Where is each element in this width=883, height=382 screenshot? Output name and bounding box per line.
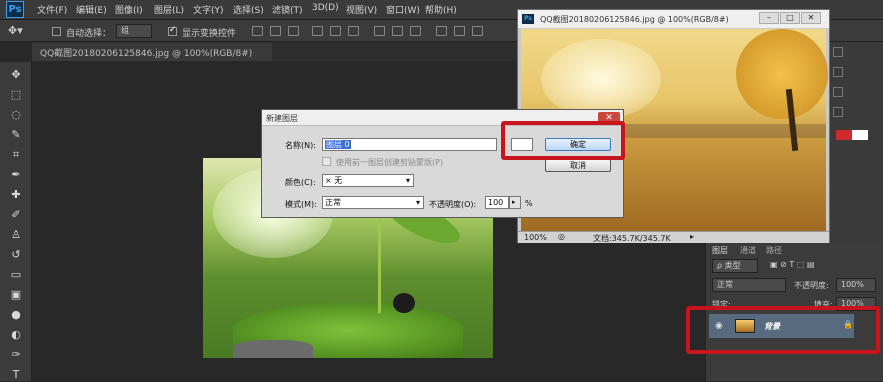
menu-help[interactable]: 帮助(H): [425, 3, 457, 16]
align-top-icon[interactable]: [252, 26, 263, 36]
close-icon[interactable]: ✕: [801, 12, 821, 24]
tab-channels[interactable]: 通道: [740, 245, 756, 256]
mode-label: 模式(M):: [285, 200, 317, 209]
tab-layers[interactable]: 图层: [712, 245, 728, 256]
photoshop-logo: Ps: [522, 14, 534, 24]
distribute-right-icon[interactable]: [472, 26, 483, 36]
move-tool-icon[interactable]: ✥: [9, 68, 23, 82]
panel-icon[interactable]: [833, 67, 843, 77]
opacity-arrow-icon[interactable]: ▸: [509, 196, 521, 209]
chevron-down-icon: ▾: [415, 198, 420, 207]
auto-select-label: 自动选择：: [66, 29, 112, 39]
menu-layer[interactable]: 图层(L): [154, 3, 184, 16]
menu-type[interactable]: 文字(Y): [193, 3, 224, 16]
color-value: × 无: [325, 176, 343, 185]
menu-edit[interactable]: 编辑(E): [76, 3, 107, 16]
auto-select-dropdown[interactable]: 组: [116, 24, 152, 38]
menu-select[interactable]: 选择(S): [233, 3, 264, 16]
window-title: QQ截图20180206125846.jpg @ 100%(RGB/8#): [540, 15, 729, 24]
expand-arrow-icon[interactable]: ▸: [690, 232, 694, 241]
blur-tool-icon[interactable]: ●: [9, 308, 23, 322]
align-bottom-icon[interactable]: [288, 26, 299, 36]
document-size: 文档:345.7K/345.7K: [593, 234, 671, 243]
maximize-icon[interactable]: □: [780, 12, 800, 24]
mode-value: 正常: [325, 198, 341, 207]
gradient-tool-icon[interactable]: ▣: [9, 288, 23, 302]
document-tab[interactable]: QQ截图20180206125846.jpg @ 100%(RGB/8#): [32, 43, 272, 61]
align-middle-icon[interactable]: [270, 26, 281, 36]
pen-tool-icon[interactable]: ✑: [9, 348, 23, 362]
tab-paths[interactable]: 路径: [766, 245, 782, 256]
dodge-tool-icon[interactable]: ◐: [9, 328, 23, 342]
lasso-tool-icon[interactable]: ◌: [9, 108, 23, 122]
move-tool-icon[interactable]: ✥▾: [8, 24, 23, 37]
cancel-button[interactable]: 取消: [545, 159, 611, 172]
stamp-tool-icon[interactable]: ♙: [9, 228, 23, 242]
brush-tool-icon[interactable]: ✐: [9, 208, 23, 222]
mode-dropdown[interactable]: 正常 ▾: [322, 196, 424, 209]
opacity-label: 不透明度(O):: [429, 200, 477, 209]
layer-name-value: 图层 0: [325, 140, 351, 149]
opacity-unit: %: [525, 199, 533, 208]
align-left-icon[interactable]: [312, 26, 323, 36]
distribute-left-icon[interactable]: [436, 26, 447, 36]
window-status-bar: 100% ◎ 文档:345.7K/345.7K ▸: [518, 231, 829, 243]
clipping-mask-checkbox[interactable]: [322, 157, 331, 166]
color-swatch[interactable]: [852, 130, 868, 140]
minimize-icon[interactable]: –: [759, 12, 779, 24]
filter-icons[interactable]: ▣ ⊘ T ⬚ ▤: [770, 260, 814, 269]
menu-view[interactable]: 视图(V): [346, 3, 377, 16]
chevron-down-icon: ▾: [405, 176, 410, 185]
right-panel-dock: [830, 42, 883, 252]
opacity-label: 不透明度:: [794, 281, 829, 290]
healing-brush-tool-icon[interactable]: ✚: [9, 188, 23, 202]
menu-filter[interactable]: 滤镜(T): [272, 3, 303, 16]
distribute-bottom-icon[interactable]: [410, 26, 421, 36]
align-center-icon[interactable]: [330, 26, 341, 36]
opacity-input[interactable]: 100: [485, 196, 509, 209]
eyedropper-tool-icon[interactable]: ✒: [9, 168, 23, 182]
highlight-box: [501, 121, 625, 160]
crop-tool-icon[interactable]: ⌗: [9, 148, 23, 162]
show-transform-checkbox[interactable]: [168, 25, 177, 36]
quick-select-tool-icon[interactable]: ✎: [9, 128, 23, 142]
eraser-tool-icon[interactable]: ▭: [9, 268, 23, 282]
tools-panel: ✥ ⬚ ◌ ✎ ⌗ ✒ ✚ ✐ ♙ ↺ ▭ ▣ ● ◐ ✑ T: [0, 62, 32, 381]
auto-select-checkbox[interactable]: [52, 27, 61, 36]
distribute-top-icon[interactable]: [374, 26, 385, 36]
type-tool-icon[interactable]: T: [9, 368, 23, 382]
show-transform-label: 显示变换控件: [182, 29, 237, 39]
dialog-title: 新建图层: [266, 114, 298, 123]
panel-icon[interactable]: [833, 107, 843, 117]
window-title-bar[interactable]: Ps QQ截图20180206125846.jpg @ 100%(RGB/8#)…: [518, 10, 829, 28]
align-right-icon[interactable]: [348, 26, 359, 36]
distribute-middle-icon[interactable]: [392, 26, 403, 36]
info-icon[interactable]: ◎: [558, 232, 565, 241]
photoshop-logo: Ps: [6, 1, 24, 18]
highlight-box: [686, 306, 880, 354]
menu-3d[interactable]: 3D(D): [312, 3, 339, 13]
history-brush-tool-icon[interactable]: ↺: [9, 248, 23, 262]
layer-name-input[interactable]: 图层 0: [322, 138, 497, 151]
color-swatch[interactable]: [836, 130, 852, 140]
name-label: 名称(N):: [285, 141, 316, 150]
menu-image[interactable]: 图像(I): [115, 3, 143, 16]
menu-file[interactable]: 文件(F): [37, 3, 67, 16]
panel-icon[interactable]: [833, 87, 843, 97]
panel-icon[interactable]: [833, 47, 843, 57]
zoom-level[interactable]: 100%: [524, 233, 547, 242]
clipping-mask-label: 使用前一图层创建剪贴蒙版(P): [336, 158, 444, 167]
layer-kind-filter[interactable]: ρ 类型: [712, 259, 758, 273]
distribute-center-icon[interactable]: [454, 26, 465, 36]
blend-mode-dropdown[interactable]: 正常: [712, 278, 786, 292]
marquee-tool-icon[interactable]: ⬚: [9, 88, 23, 102]
opacity-input[interactable]: 100%: [836, 278, 876, 292]
color-dropdown[interactable]: × 无 ▾: [322, 174, 414, 187]
color-label: 颜色(C):: [285, 178, 316, 187]
menu-window[interactable]: 窗口(W): [386, 3, 420, 16]
